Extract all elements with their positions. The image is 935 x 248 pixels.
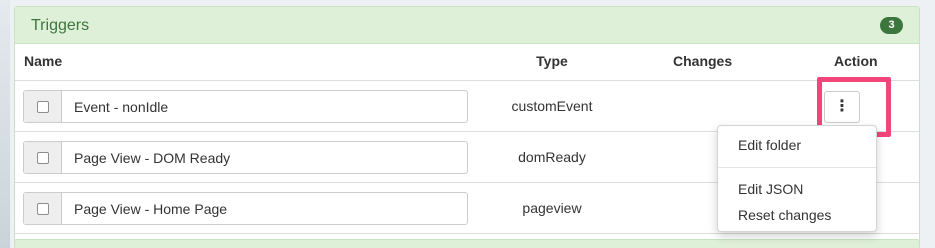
panel-title: Triggers xyxy=(31,17,90,34)
trigger-name-link[interactable]: Event - nonIdle xyxy=(74,99,168,115)
row-checkbox[interactable] xyxy=(37,203,49,215)
menu-item-edit-folder[interactable]: Edit folder xyxy=(738,137,801,153)
column-header-type[interactable]: Type xyxy=(535,53,569,69)
panel-header: Triggers 3 xyxy=(15,7,919,44)
checkbox-addon xyxy=(24,142,62,173)
column-header-action: Action xyxy=(834,53,878,69)
trigger-name-link[interactable]: Page View - DOM Ready xyxy=(74,150,230,166)
menu-divider xyxy=(718,167,876,168)
checkbox-addon xyxy=(24,91,62,122)
trigger-name-group: Page View - DOM Ready xyxy=(23,141,468,174)
row-checkbox[interactable] xyxy=(37,152,49,164)
trigger-type: customEvent xyxy=(511,98,593,114)
menu-item-reset-changes[interactable]: Reset changes xyxy=(738,207,831,223)
trigger-name-group: Event - nonIdle xyxy=(23,90,468,123)
next-panel-header xyxy=(14,239,920,248)
checkbox-addon xyxy=(24,193,62,224)
column-header-changes[interactable]: Changes xyxy=(673,53,732,69)
trigger-name-link[interactable]: Page View - Home Page xyxy=(74,201,227,217)
menu-item-edit-json[interactable]: Edit JSON xyxy=(738,181,803,197)
row-checkbox[interactable] xyxy=(37,101,49,113)
trigger-type: domReady xyxy=(518,149,586,165)
trigger-type: pageview xyxy=(522,200,582,216)
column-header-name[interactable]: Name xyxy=(24,53,62,69)
background-edge xyxy=(0,0,10,248)
trigger-name-group: Page View - Home Page xyxy=(23,192,468,225)
actions-dropdown-menu: Edit folder Edit JSON Reset changes xyxy=(717,125,877,232)
trigger-count-badge: 3 xyxy=(880,17,903,34)
